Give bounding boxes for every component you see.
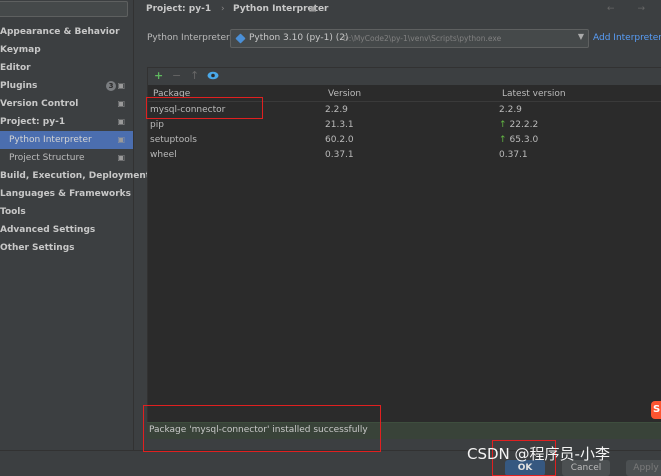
cell-version: 60.2.0 <box>325 133 354 148</box>
interpreter-path: D:\MyCode2\py-1\venv\Scripts\python.exe <box>343 34 502 43</box>
cell-latest: ↑ 65.3.0 <box>499 133 538 148</box>
column-header-latest-version[interactable]: Latest version <box>502 87 566 101</box>
column-header-package[interactable]: Package <box>153 87 190 101</box>
cell-package: wheel <box>150 148 177 163</box>
sidebar-item[interactable]: Tools <box>0 203 133 221</box>
breadcrumb-separator-icon: › <box>221 4 225 14</box>
chevron-down-icon: ▼ <box>577 32 584 41</box>
cell-text: 2.2.9 <box>325 105 348 115</box>
project-scope-icon: ▣ <box>117 81 125 90</box>
sidebar-item[interactable]: Project Structure ▣ <box>0 149 133 167</box>
cell-text: 22.2.2 <box>509 120 539 130</box>
sidebar-item[interactable]: Keymap <box>0 41 133 59</box>
project-scope-icon: ▣ <box>117 99 125 108</box>
sidebar-item-label: Languages & Frameworks <box>0 189 132 199</box>
cell-text: wheel <box>150 150 177 160</box>
table-row[interactable]: mysql-connector 2.2.9 2.2.9 <box>148 103 661 118</box>
cell-text: 21.3.1 <box>325 120 354 130</box>
sidebar-item[interactable]: Project: py-1 ▣ <box>0 113 133 131</box>
plugin-updates-badge: 3 <box>106 81 116 91</box>
watermark-text: CSDN @程序员-小李 <box>467 445 610 463</box>
sidebar-item[interactable]: Version Control ▣ <box>0 95 133 113</box>
column-header-version[interactable]: Version <box>328 87 361 101</box>
csdn-logo-icon: S <box>651 401 661 419</box>
settings-search-input[interactable] <box>0 1 128 17</box>
table-row[interactable]: pip 21.3.1 ↑ 22.2.2 <box>148 118 661 133</box>
breadcrumb-project[interactable]: Project: py-1 <box>146 0 211 18</box>
cell-version: 21.3.1 <box>325 118 354 133</box>
project-scope-icon: ▣ <box>117 117 125 126</box>
install-status-bar: Package 'mysql-connector' installed succ… <box>147 422 661 439</box>
sidebar-item-label: Editor <box>0 63 31 73</box>
sidebar-item-label: Project: py-1 <box>0 117 66 127</box>
cell-text: 65.3.0 <box>509 135 539 145</box>
sidebar-item[interactable]: Editor <box>0 59 133 77</box>
python-icon <box>235 33 246 44</box>
upgrade-available-arrow-icon[interactable]: ↑ <box>499 135 507 145</box>
project-scope-icon: ▣ <box>117 153 125 162</box>
cell-latest: 2.2.9 <box>499 103 522 118</box>
add-interpreter-link[interactable]: Add Interpreter <box>593 33 661 43</box>
interpreter-select[interactable]: Python 3.10 (py-1) (2) D:\MyCode2\py-1\v… <box>230 29 589 48</box>
interpreter-label: Python Interpreter: <box>147 33 233 43</box>
sidebar-item-label: Build, Execution, Deployment <box>0 171 151 181</box>
interpreter-name: Python 3.10 (py-1) (2) <box>249 33 349 43</box>
package-toolbar: + − ↑ <box>148 68 661 85</box>
cell-package: mysql-connector <box>150 103 225 118</box>
sidebar-item[interactable]: Languages & Frameworks <box>0 185 133 203</box>
sidebar-item[interactable]: Python Interpreter ▣ <box>0 131 133 149</box>
cell-text: setuptools <box>150 135 197 145</box>
upgrade-package-icon[interactable]: ↑ <box>190 70 199 82</box>
back-forward-arrows-icon[interactable]: ← → <box>607 0 655 18</box>
sidebar-item-label: Advanced Settings <box>0 225 96 235</box>
project-scope-icon: ▣ <box>117 135 125 144</box>
sidebar-item[interactable]: Appearance & Behavior <box>0 23 133 41</box>
sidebar-item-label: Python Interpreter <box>9 135 92 145</box>
sidebar-item[interactable]: Other Settings <box>0 239 133 257</box>
sidebar-item-label: Plugins <box>0 81 38 91</box>
settings-sidebar: Appearance & Behavior Keymap Editor Plugins… <box>0 0 150 474</box>
cell-text: pip <box>150 120 164 130</box>
table-row[interactable]: wheel 0.37.1 0.37.1 <box>148 148 661 163</box>
breadcrumb: Project: py-1 › Python Interpreter ▣ ← → <box>137 0 661 18</box>
sidebar-item[interactable]: Plugins 3 ▣ <box>0 77 133 95</box>
cell-text: 0.37.1 <box>499 150 528 160</box>
sidebar-item-label: Project Structure <box>9 153 85 163</box>
cell-version: 0.37.1 <box>325 148 354 163</box>
show-early-releases-eye-icon[interactable] <box>207 71 219 83</box>
project-scope-icon: ▣ <box>309 4 317 13</box>
remove-package-icon[interactable]: − <box>172 70 181 82</box>
package-table-panel: + − ↑ Package Version Latest version mys… <box>147 67 661 423</box>
sidebar-item-label: Version Control <box>0 99 79 109</box>
sidebar-item[interactable]: Advanced Settings <box>0 221 133 239</box>
sidebar-item-label: Keymap <box>0 45 41 55</box>
cell-text: 0.37.1 <box>325 150 354 160</box>
cell-latest: ↑ 22.2.2 <box>499 118 538 133</box>
upgrade-available-arrow-icon[interactable]: ↑ <box>499 120 507 130</box>
install-status-message: Package 'mysql-connector' installed succ… <box>149 425 368 435</box>
sidebar-item-label: Tools <box>0 207 26 217</box>
cell-version: 2.2.9 <box>325 103 348 118</box>
sidebar-item[interactable]: Build, Execution, Deployment <box>0 167 150 185</box>
sidebar-item-label: Appearance & Behavior <box>0 27 120 37</box>
add-package-icon[interactable]: + <box>154 70 163 82</box>
cell-latest: 0.37.1 <box>499 148 528 163</box>
cell-text: mysql-connector <box>150 105 226 115</box>
cell-text: 2.2.9 <box>499 105 522 115</box>
header-divider <box>148 101 661 102</box>
table-row[interactable]: setuptools 60.2.0 ↑ 65.3.0 <box>148 133 661 148</box>
cell-package: setuptools <box>150 133 197 148</box>
cell-package: pip <box>150 118 164 133</box>
cell-text: 60.2.0 <box>325 135 354 145</box>
sidebar-item-label: Other Settings <box>0 243 75 253</box>
